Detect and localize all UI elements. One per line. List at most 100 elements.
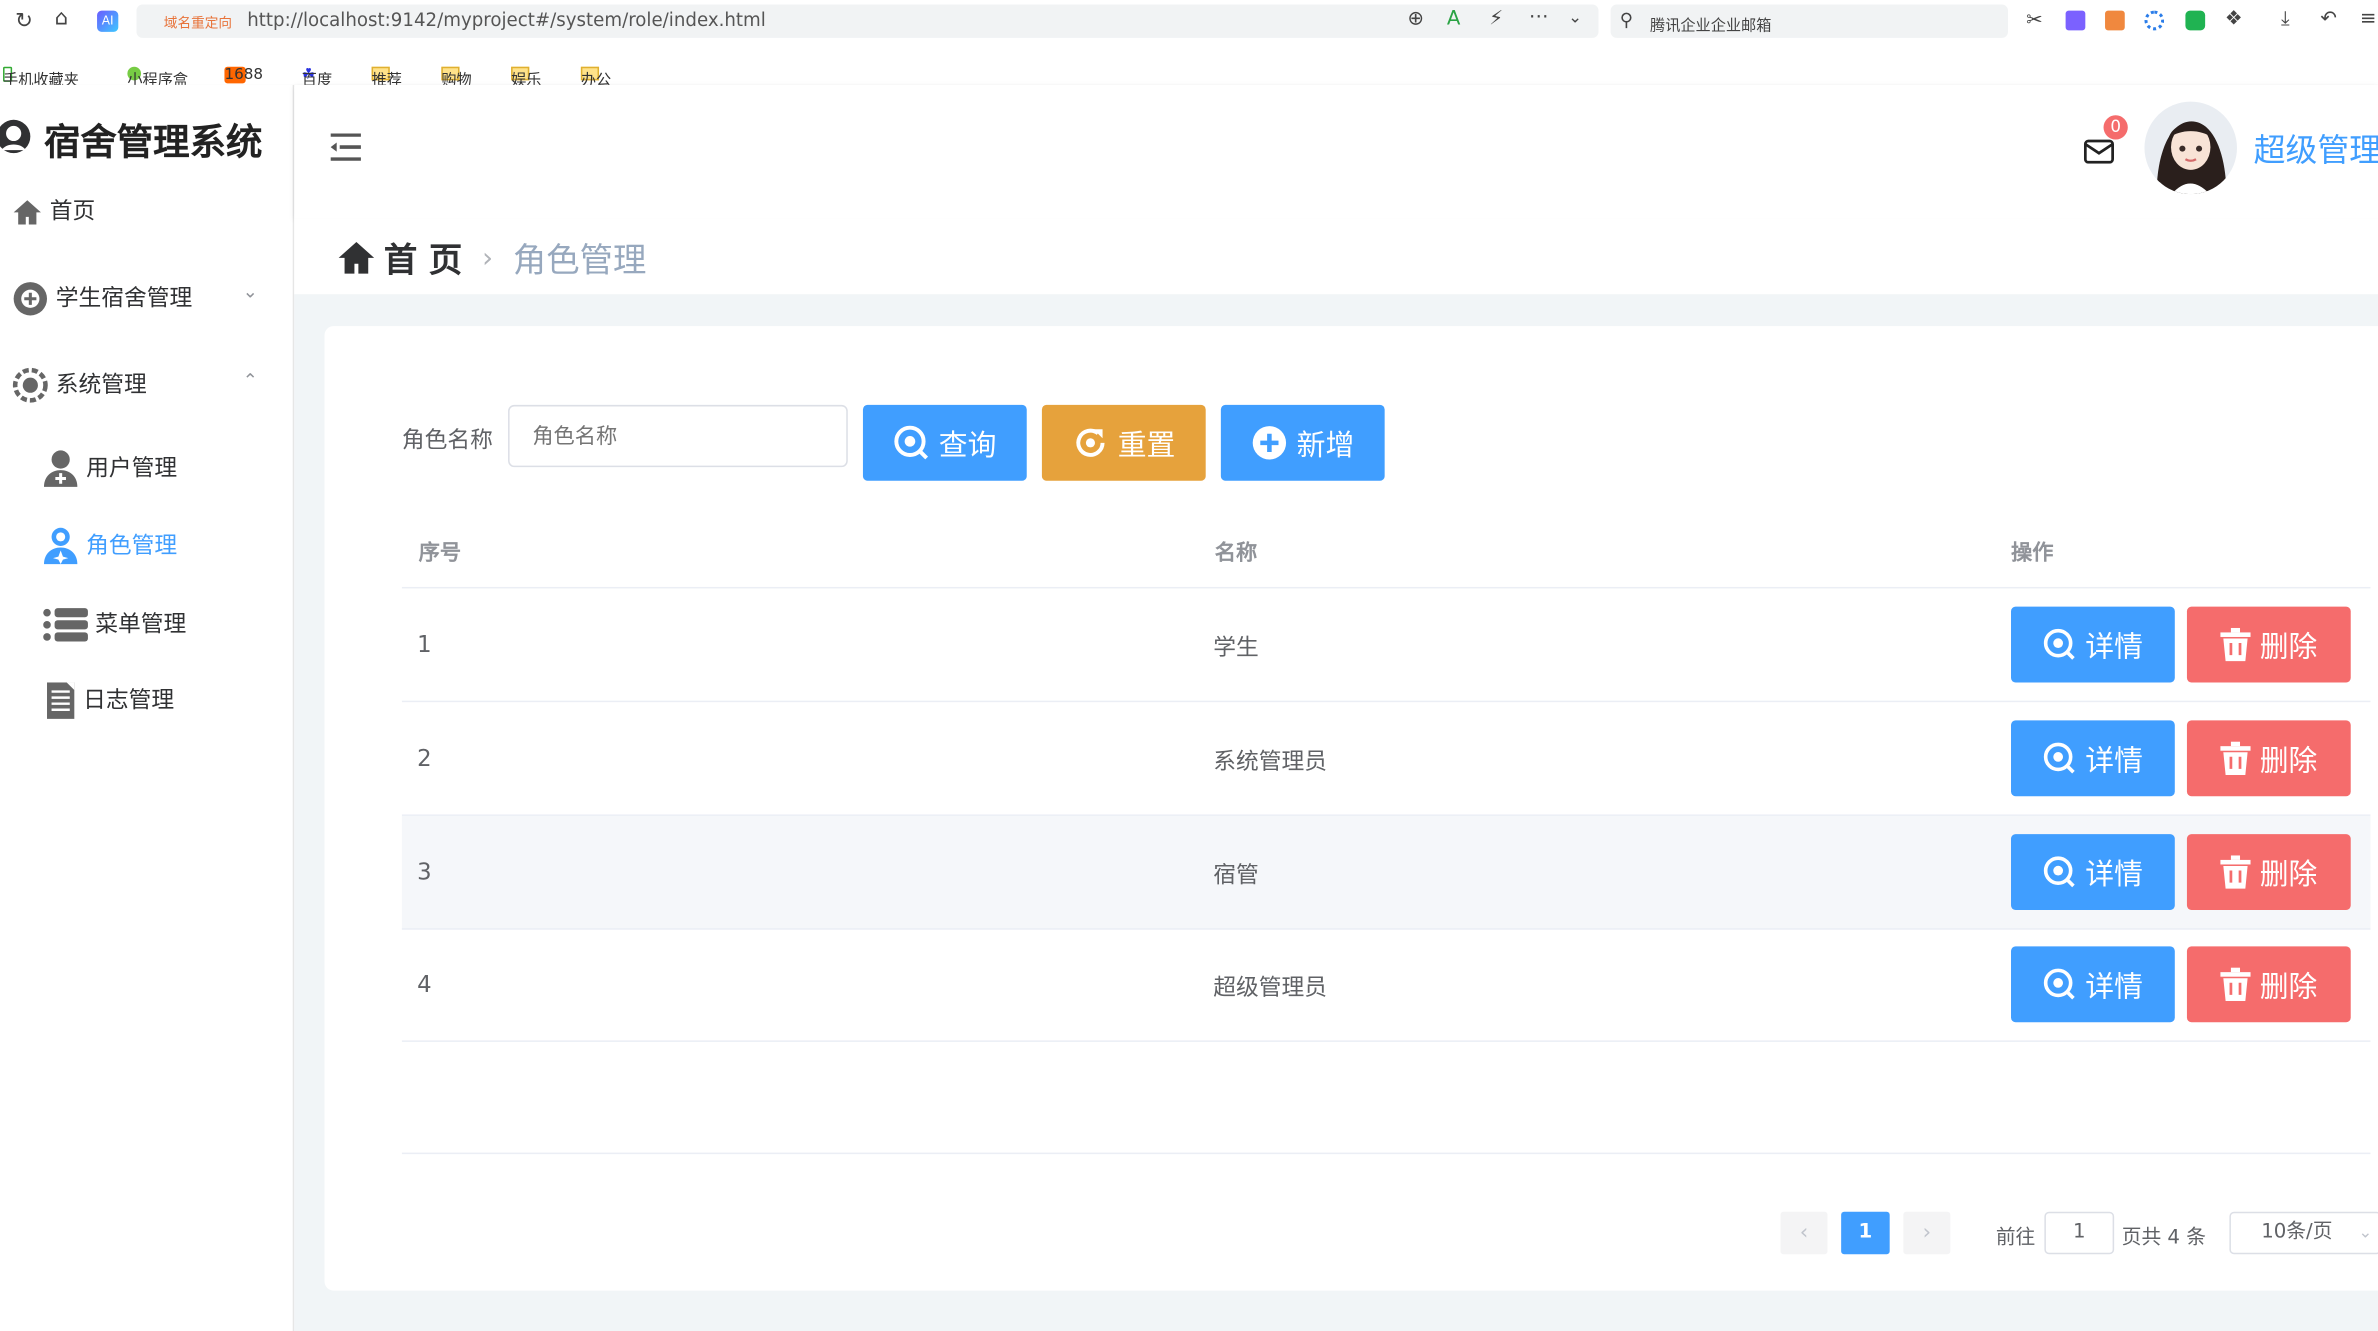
- top-header: 0 超级管理: [294, 84, 2378, 219]
- chat-extension-icon[interactable]: [2185, 10, 2206, 31]
- home-icon[interactable]: ⌂: [55, 6, 68, 30]
- sidebar-item-label: 日志管理: [83, 686, 175, 714]
- column-header-actions: 操作: [2011, 541, 2054, 566]
- url-text[interactable]: http://localhost:9142/myproject#/system/…: [247, 9, 766, 30]
- delete-button-label: 删除: [2259, 743, 2318, 778]
- detail-button[interactable]: 详情: [2011, 720, 2175, 797]
- menu-icon[interactable]: ≡: [2360, 8, 2377, 31]
- plus-circle-icon: [13, 282, 48, 316]
- chevron-up-icon[interactable]: ⌃: [243, 370, 258, 391]
- search-text: 腾讯企业企业邮箱: [1650, 18, 1772, 35]
- table-bottom-divider: [401, 1152, 2371, 1155]
- house-icon: [338, 242, 375, 274]
- mail-count-badge: 0: [2103, 115, 2128, 140]
- delete-button-label: 删除: [2259, 630, 2318, 664]
- detail-button-label: 详情: [2085, 857, 2143, 892]
- row-index: 1: [417, 630, 432, 659]
- delete-button[interactable]: 删除: [2186, 834, 2351, 910]
- page-number-current[interactable]: 1: [1841, 1211, 1890, 1255]
- download-icon[interactable]: ⤓: [2281, 8, 2290, 31]
- logo-icon: [0, 119, 31, 154]
- bookmark-label: 1688: [224, 66, 264, 84]
- chevron-down-icon: ⌄: [2358, 1222, 2373, 1243]
- ai-icon[interactable]: AI: [97, 10, 119, 32]
- page-size-value: 10条/页: [2261, 1220, 2333, 1244]
- avatar-image: [2156, 121, 2227, 195]
- goto-page-value: 1: [2072, 1220, 2086, 1244]
- delete-button[interactable]: 删除: [2186, 946, 2351, 1023]
- detail-button-label: 详情: [2085, 969, 2143, 1004]
- sidebar-item-label: 角色管理: [86, 531, 178, 559]
- refresh-icon: [1076, 428, 1105, 457]
- breadcrumb: 首 页 › 角色管理: [337, 234, 646, 283]
- goto-page-input[interactable]: 1: [2044, 1211, 2115, 1255]
- app-title: 宿舍管理系统: [43, 121, 263, 164]
- next-page-button[interactable]: ›: [1903, 1211, 1951, 1255]
- search-label: 角色名称: [401, 426, 493, 454]
- delete-button[interactable]: 删除: [2186, 606, 2351, 683]
- reset-button[interactable]: 重置: [1041, 404, 1206, 481]
- row-name: 宿管: [1213, 861, 1259, 889]
- prev-page-button[interactable]: ‹: [1780, 1211, 1828, 1255]
- chevron-right-icon: ›: [482, 241, 493, 274]
- page-size-select[interactable]: 10条/页 ⌄: [2229, 1211, 2378, 1255]
- sidebar-item-label: 用户管理: [86, 454, 178, 482]
- sidebar-item-logs[interactable]: 日志管理: [45, 681, 174, 720]
- network-extension-icon[interactable]: [2144, 10, 2165, 31]
- search-icon: [2043, 628, 2075, 660]
- row-name: 系统管理员: [1213, 747, 1328, 775]
- chevron-down-icon[interactable]: ⌄: [1568, 8, 1582, 28]
- query-button[interactable]: 查询: [862, 404, 1027, 481]
- sidebar-item-student-dorm[interactable]: 学生宿舍管理: [12, 281, 192, 317]
- chevron-down-icon[interactable]: ⌄: [243, 281, 258, 302]
- table-row: 1 学生 详情 删除: [401, 588, 2371, 703]
- breadcrumb-home[interactable]: 首 页: [384, 243, 462, 281]
- hamburger-icon[interactable]: [330, 133, 361, 161]
- sidebar-item-label: 菜单管理: [95, 610, 187, 638]
- sidebar-item-home[interactable]: 首页: [12, 194, 95, 227]
- search-icon: [2043, 742, 2075, 774]
- row-name: 超级管理员: [1213, 973, 1328, 1001]
- zoom-icon[interactable]: ⊕: [1407, 8, 1424, 31]
- goto-label: 前往: [1995, 1226, 2036, 1250]
- detail-button[interactable]: 详情: [2011, 946, 2175, 1023]
- sidebar-item-system[interactable]: 系统管理: [12, 367, 147, 403]
- read-aloud-icon[interactable]: A: [1447, 8, 1461, 31]
- detail-button[interactable]: 详情: [2011, 606, 2175, 683]
- fox-extension-icon[interactable]: [2105, 10, 2125, 31]
- gear-icon: [12, 367, 48, 403]
- add-button-label: 新增: [1296, 428, 1355, 462]
- more-icon[interactable]: ⋯: [1529, 6, 1549, 29]
- address-bar[interactable]: 域名重定向 http://localhost:9142/myproject#/s…: [136, 4, 1599, 38]
- table-row: 3 宿管 详情 删除: [401, 815, 2371, 930]
- sidebar-item-roles[interactable]: 角色管理: [42, 526, 177, 565]
- user-name[interactable]: 超级管理: [2254, 126, 2378, 171]
- mail-icon[interactable]: [2083, 139, 2114, 164]
- sidebar-item-menus[interactable]: 菜单管理: [42, 607, 186, 643]
- search-icon: [894, 425, 929, 460]
- sidebar-item-users[interactable]: 用户管理: [42, 449, 177, 488]
- refresh-icon[interactable]: ↻: [15, 9, 33, 33]
- undo-icon[interactable]: ↶: [2320, 8, 2337, 31]
- add-button[interactable]: 新增: [1220, 404, 1385, 481]
- table-header-row: [401, 516, 2371, 589]
- bolt-icon[interactable]: ⚡: [1489, 8, 1503, 31]
- trash-icon: [2220, 855, 2251, 889]
- translate-icon[interactable]: [2065, 10, 2086, 31]
- trash-icon: [2220, 967, 2251, 1001]
- scissors-icon[interactable]: ✂: [2026, 9, 2043, 32]
- puzzle-icon[interactable]: ❖: [2225, 8, 2243, 31]
- sidebar-item-label: 系统管理: [55, 370, 147, 399]
- plus-circle-icon: [1252, 426, 1287, 460]
- row-index: 3: [417, 858, 432, 886]
- document-icon: [47, 682, 75, 719]
- detail-button[interactable]: 详情: [2011, 834, 2175, 910]
- role-name-input[interactable]: [508, 404, 848, 468]
- search-box[interactable]: ⚲ 腾讯企业企业邮箱: [1610, 4, 2008, 38]
- delete-button[interactable]: 删除: [2186, 720, 2351, 797]
- column-header-index: 序号: [418, 541, 462, 566]
- query-button-label: 查询: [938, 428, 997, 462]
- user-add-icon: [43, 450, 78, 487]
- avatar[interactable]: [2144, 101, 2237, 195]
- detail-button-label: 详情: [2085, 630, 2143, 664]
